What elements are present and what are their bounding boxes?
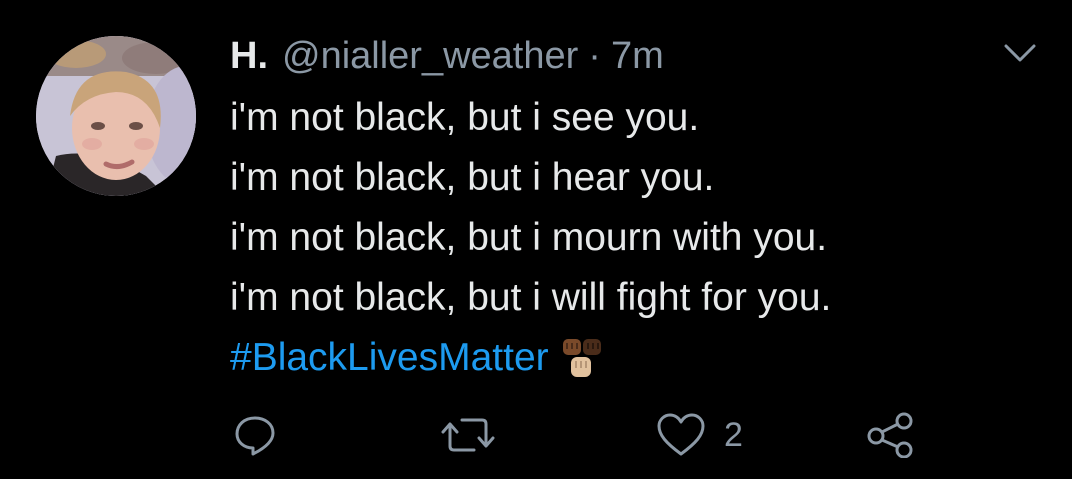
raised-fists-emoji — [562, 339, 601, 377]
like-count: 2 — [724, 415, 743, 454]
tweet-header: H. @nialler_weather · 7m — [230, 28, 664, 84]
user-handle[interactable]: @nialler_weather — [282, 35, 578, 78]
tweet-actions: 2 — [0, 410, 1072, 460]
avatar[interactable] — [36, 36, 196, 196]
retweet-button[interactable] — [440, 410, 496, 460]
chevron-down-icon — [1004, 44, 1036, 62]
reply-button[interactable] — [232, 410, 278, 460]
tweet[interactable]: H. @nialler_weather · 7m i'm not black, … — [0, 0, 1072, 479]
display-name[interactable]: H. — [230, 35, 268, 78]
tweet-line: i'm not black, but i will fight for you. — [230, 276, 832, 319]
more-options-button[interactable] — [1000, 38, 1040, 68]
separator-dot: · — [588, 34, 601, 77]
hashtag-line: #BlackLivesMatter — [230, 328, 831, 388]
retweet-icon — [441, 418, 495, 452]
hashtag-link[interactable]: #BlackLivesMatter — [230, 328, 549, 388]
like-button[interactable]: 2 — [656, 410, 743, 460]
reply-icon — [235, 416, 275, 456]
heart-icon — [657, 413, 705, 456]
timestamp[interactable]: 7m — [611, 35, 664, 78]
avatar-image — [36, 36, 196, 196]
share-icon — [867, 412, 913, 458]
tweet-line: i'm not black, but i see you. — [230, 96, 700, 139]
tweet-text: i'm not black, but i see you. i'm not bl… — [230, 88, 831, 388]
share-button[interactable] — [866, 410, 916, 460]
tweet-line: i'm not black, but i mourn with you. — [230, 216, 828, 259]
tweet-line: i'm not black, but i hear you. — [230, 156, 715, 199]
